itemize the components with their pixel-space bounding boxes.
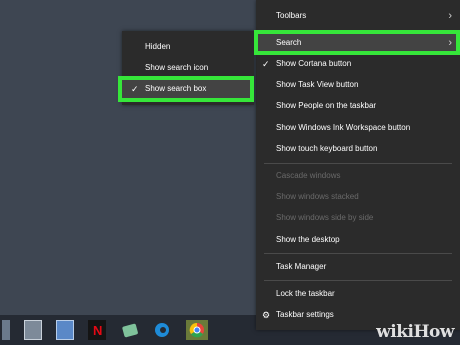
menu-item-show-touch-keyboard[interactable]: Show touch keyboard button — [256, 140, 460, 158]
search-highlight-box — [254, 30, 460, 55]
edge-icon[interactable] — [153, 320, 171, 340]
menu-item-label: Show People on the taskbar — [276, 101, 377, 110]
menu-item-windows-stacked: Show windows stacked — [256, 188, 460, 206]
menu-item-cascade-windows: Cascade windows — [256, 167, 460, 185]
menu-separator — [264, 163, 452, 164]
menu-item-label: Show windows side by side — [276, 213, 374, 222]
calculator-icon[interactable] — [24, 320, 42, 340]
menu-item-show-cortana[interactable]: ✓ Show Cortana button — [256, 55, 460, 73]
checkmark-icon: ✓ — [262, 59, 270, 69]
menu-separator — [264, 253, 452, 254]
menu-item-label: Cascade windows — [276, 171, 341, 180]
menu-item-label: Show the desktop — [276, 235, 340, 244]
wikihow-watermark: wikiHow — [376, 322, 454, 342]
show-search-box-highlight — [118, 76, 254, 102]
submenu-item-label: Show search icon — [145, 63, 209, 72]
menu-item-show-desktop[interactable]: Show the desktop — [256, 231, 460, 249]
menu-item-label: Show windows stacked — [276, 192, 359, 201]
menu-item-windows-side-by-side: Show windows side by side — [256, 209, 460, 227]
menu-item-lock-taskbar[interactable]: Lock the taskbar — [256, 285, 460, 303]
chevron-right-icon: › — [448, 10, 452, 22]
menu-item-label: Task Manager — [276, 262, 327, 271]
chrome-icon[interactable] — [186, 320, 208, 340]
submenu-item-show-search-icon[interactable]: Show search icon — [122, 59, 254, 77]
app-icon[interactable] — [121, 320, 139, 340]
menu-item-label: Taskbar settings — [276, 310, 334, 319]
menu-item-toolbars[interactable]: Toolbars › — [256, 7, 460, 25]
menu-separator — [264, 280, 452, 281]
svg-text:N: N — [93, 323, 102, 338]
menu-item-label: Show touch keyboard button — [276, 144, 378, 153]
menu-item-show-ink-workspace[interactable]: Show Windows Ink Workspace button — [256, 119, 460, 137]
menu-item-label: Show Windows Ink Workspace button — [276, 123, 411, 132]
notepad-icon[interactable] — [56, 320, 74, 340]
menu-item-task-manager[interactable]: Task Manager — [256, 258, 460, 276]
submenu-item-hidden[interactable]: Hidden — [122, 38, 254, 56]
menu-item-label: Show Cortana button — [276, 59, 352, 68]
menu-item-show-task-view[interactable]: Show Task View button — [256, 76, 460, 94]
menu-item-label: Show Task View button — [276, 80, 359, 89]
menu-item-label: Toolbars — [276, 11, 307, 20]
app-icon[interactable] — [2, 320, 10, 340]
netflix-icon[interactable]: N — [88, 320, 106, 340]
submenu-item-label: Hidden — [145, 42, 171, 51]
menu-item-show-people[interactable]: Show People on the taskbar — [256, 97, 460, 115]
menu-item-label: Lock the taskbar — [276, 289, 335, 298]
gear-icon: ⚙ — [262, 310, 271, 320]
